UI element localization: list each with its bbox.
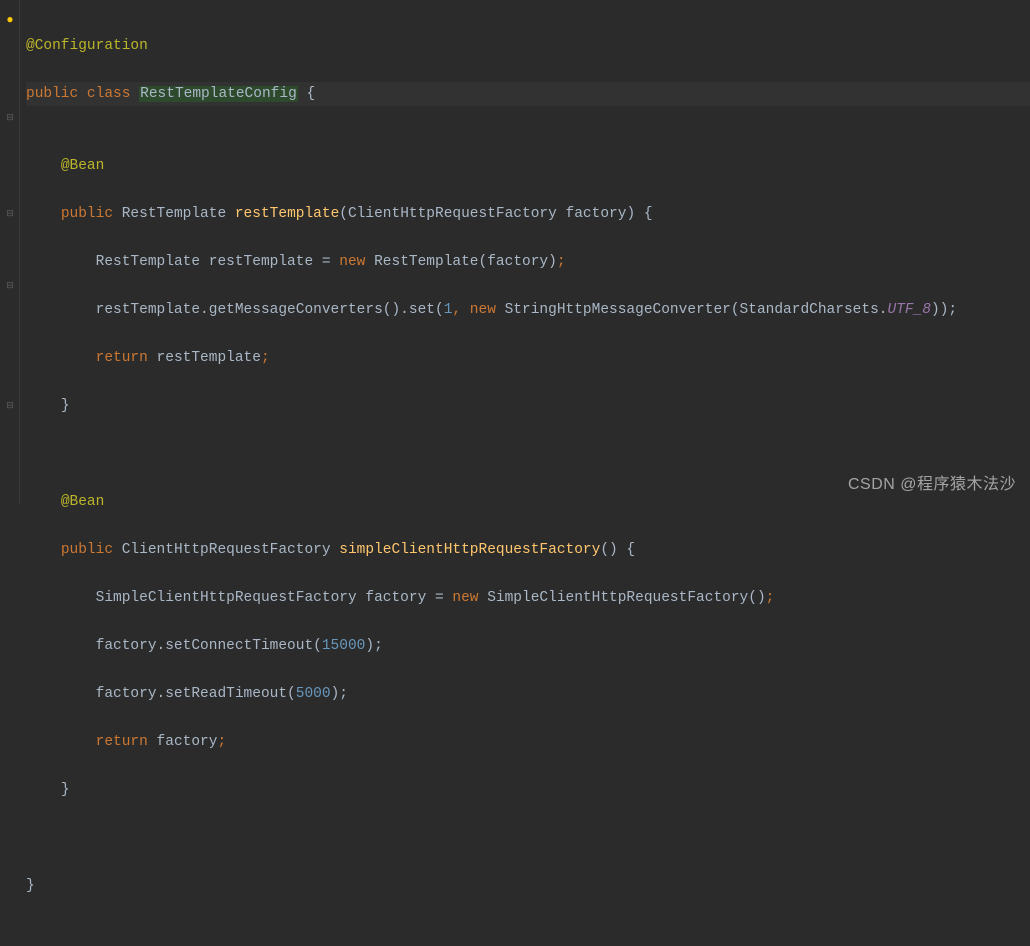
code-editor[interactable]: ● ⊟ ⊟ ⊟ ⊟ @Configuration public class Re… xyxy=(0,0,1030,505)
paren: ( xyxy=(339,206,348,222)
keyword: public xyxy=(61,206,113,222)
keyword: public xyxy=(26,86,78,102)
indent xyxy=(26,350,96,366)
paren-semi: )); xyxy=(931,302,957,318)
indent xyxy=(26,302,61,318)
paren-semi: ); xyxy=(331,686,348,702)
indent xyxy=(26,782,61,798)
paren-brace: ) { xyxy=(626,206,652,222)
indent xyxy=(26,398,61,414)
indent xyxy=(26,494,61,510)
brace: } xyxy=(61,782,70,798)
class-name-highlight: RestTemplateConfig xyxy=(139,86,298,102)
expr: factory.setConnectTimeout( xyxy=(61,638,322,654)
number: 5000 xyxy=(296,686,331,702)
fold-icon[interactable]: ⊟ xyxy=(4,112,16,124)
indent xyxy=(26,686,61,702)
indent xyxy=(26,734,96,750)
annotation: @Bean xyxy=(61,494,105,510)
expr: restTemplate.getMessageConverters().set( xyxy=(61,302,444,318)
keyword: return xyxy=(96,734,148,750)
method-decl: simpleClientHttpRequestFactory xyxy=(339,542,600,558)
paren-semi: ); xyxy=(365,638,382,654)
indent xyxy=(26,542,61,558)
brace: } xyxy=(61,398,70,414)
var: factory xyxy=(148,734,218,750)
ctor: SimpleClientHttpRequestFactory() xyxy=(479,590,766,606)
code-content[interactable]: @Configuration public class RestTemplate… xyxy=(20,0,1030,505)
type: ClientHttpRequestFactory xyxy=(122,542,331,558)
fold-icon[interactable]: ⊟ xyxy=(4,208,16,220)
comma: , xyxy=(452,302,469,318)
param: factory xyxy=(557,206,627,222)
indent xyxy=(26,158,61,174)
type: RestTemplate xyxy=(96,254,200,270)
paren-brace: () { xyxy=(600,542,635,558)
expr: factory.setReadTimeout( xyxy=(61,686,296,702)
semi: ; xyxy=(261,350,270,366)
keyword: new xyxy=(339,254,365,270)
brace: } xyxy=(26,878,35,894)
indent xyxy=(26,590,96,606)
var: restTemplate xyxy=(200,254,322,270)
semi: ; xyxy=(557,254,566,270)
keyword: return xyxy=(96,350,148,366)
equals: = xyxy=(322,254,339,270)
keyword: new xyxy=(470,302,496,318)
brace: { xyxy=(298,86,315,102)
method-decl: restTemplate xyxy=(235,206,339,222)
type: RestTemplate xyxy=(122,206,226,222)
annotation: @Configuration xyxy=(26,38,148,54)
type: SimpleClientHttpRequestFactory xyxy=(96,590,357,606)
keyword: public xyxy=(61,542,113,558)
type: ClientHttpRequestFactory xyxy=(348,206,557,222)
gutter: ● ⊟ ⊟ ⊟ ⊟ xyxy=(0,0,20,505)
ctor: StringHttpMessageConverter(StandardChars… xyxy=(496,302,888,318)
fold-icon[interactable]: ⊟ xyxy=(4,280,16,292)
static-field: UTF_8 xyxy=(887,302,931,318)
semi: ; xyxy=(766,590,775,606)
number: 15000 xyxy=(322,638,366,654)
intention-bulb-icon[interactable]: ● xyxy=(4,14,16,26)
indent xyxy=(26,206,61,222)
semi: ; xyxy=(217,734,226,750)
annotation: @Bean xyxy=(61,158,105,174)
var: factory = xyxy=(357,590,453,606)
ctor: RestTemplate(factory) xyxy=(365,254,556,270)
keyword: new xyxy=(452,590,478,606)
keyword: class xyxy=(87,86,131,102)
fold-icon[interactable]: ⊟ xyxy=(4,400,16,412)
watermark: CSDN @程序猿木法沙 xyxy=(848,473,1016,497)
indent xyxy=(26,254,96,270)
var: restTemplate xyxy=(148,350,261,366)
indent xyxy=(26,638,61,654)
